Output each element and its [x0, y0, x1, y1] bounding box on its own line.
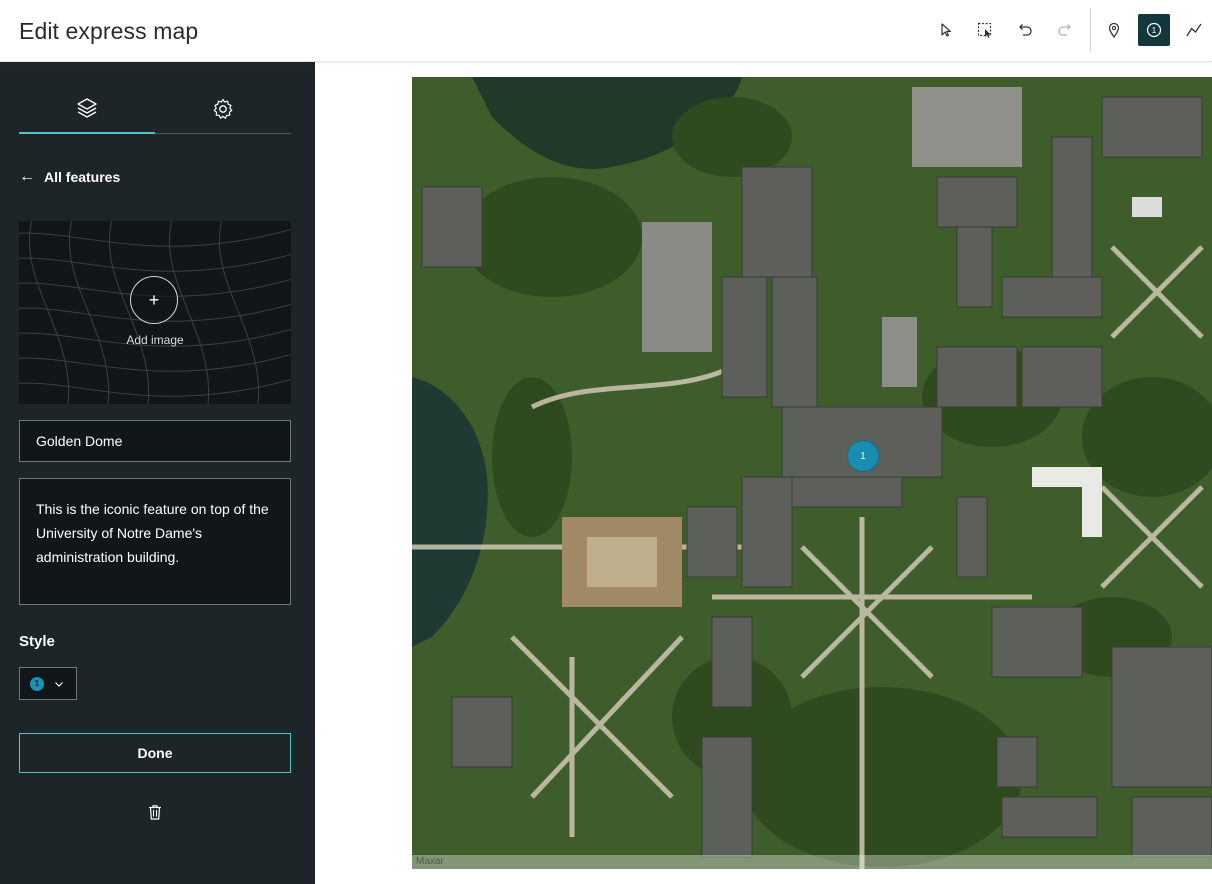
map-attribution: Maxar	[412, 855, 1212, 869]
arrow-left-icon: ←	[19, 168, 35, 185]
add-image-button[interactable]: +	[130, 276, 178, 324]
redo-icon	[1058, 24, 1071, 36]
style-label: Style	[19, 633, 55, 650]
pin-tool-button[interactable]	[1098, 14, 1130, 46]
done-button[interactable]: Done	[19, 733, 291, 773]
sidebar-tabs	[19, 84, 291, 134]
chevron-down-icon	[55, 681, 63, 687]
tab-features[interactable]	[19, 84, 155, 134]
redo-button[interactable]	[1049, 14, 1081, 46]
back-link-label: All features	[44, 169, 121, 185]
trash-icon[interactable]	[146, 803, 164, 821]
select-tool-button[interactable]	[930, 14, 962, 46]
svg-text:1: 1	[1152, 26, 1157, 35]
back-to-all-features-link[interactable]: ← All features	[19, 168, 120, 186]
layers-icon	[77, 98, 97, 118]
map-view[interactable]: 1 Maxar	[412, 77, 1212, 869]
page-title: Edit express map	[19, 18, 199, 44]
polyline-icon	[1186, 23, 1202, 37]
undo-icon	[1019, 24, 1032, 36]
style-dropdown[interactable]: 1	[19, 667, 77, 700]
undo-button[interactable]	[1009, 14, 1041, 46]
app-header: Edit express map 1	[0, 0, 1212, 62]
select-rectangle-button[interactable]	[969, 14, 1001, 46]
tab-settings[interactable]	[155, 84, 291, 134]
feature-title-input[interactable]: Golden Dome	[19, 420, 291, 462]
toolbar-divider	[1090, 8, 1091, 52]
numbered-marker-icon: 1	[1146, 22, 1162, 38]
style-marker-swatch: 1	[30, 676, 44, 691]
add-image-label: Add image	[126, 333, 184, 347]
select-rectangle-icon	[977, 22, 992, 38]
numbered-marker-tool-button[interactable]: 1	[1138, 14, 1170, 46]
cursor-icon	[941, 23, 952, 37]
feature-description-textarea[interactable]: This is the iconic feature on top of the…	[19, 478, 291, 605]
gear-icon	[213, 98, 233, 119]
line-tool-button[interactable]	[1178, 14, 1210, 46]
satellite-imagery	[412, 77, 1212, 869]
add-image-dropzone[interactable]: + Add image	[19, 221, 291, 404]
pin-icon	[1108, 22, 1120, 39]
map-numbered-marker[interactable]: 1	[847, 440, 879, 472]
edit-sidebar: ← All features + Add image Golden Dome T…	[0, 62, 315, 884]
